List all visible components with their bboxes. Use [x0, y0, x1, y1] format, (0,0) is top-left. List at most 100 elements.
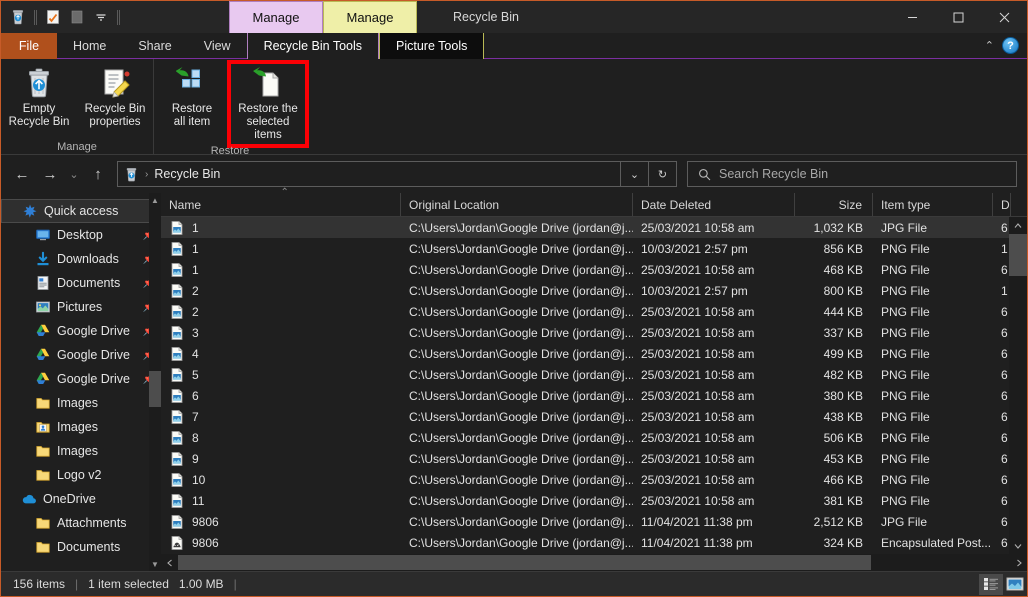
- close-button[interactable]: [981, 1, 1027, 33]
- sidebar-scroll-up-icon[interactable]: ▲: [149, 193, 161, 207]
- recycle-bin-icon: [124, 167, 139, 182]
- cell-name: 10: [161, 472, 401, 488]
- refresh-button[interactable]: ↻: [648, 162, 676, 186]
- tab-picture-tools[interactable]: Picture Tools: [379, 33, 484, 59]
- properties-icon[interactable]: [42, 6, 64, 28]
- sidebar-item-google-drive[interactable]: Google Drive📌: [1, 319, 161, 343]
- sidebar-item-downloads[interactable]: Downloads📌: [1, 247, 161, 271]
- table-row[interactable]: 1C:\Users\Jordan\Google Drive (jordan@j.…: [161, 238, 1009, 259]
- column-header-date-deleted[interactable]: Date Deleted: [633, 193, 795, 216]
- table-row[interactable]: 11C:\Users\Jordan\Google Drive (jordan@j…: [161, 490, 1009, 511]
- table-row[interactable]: 4C:\Users\Jordan\Google Drive (jordan@j.…: [161, 343, 1009, 364]
- sidebar-scroll-down-icon[interactable]: ▼: [149, 557, 161, 571]
- sidebar-item-google-drive[interactable]: Google Drive📌: [1, 367, 161, 391]
- cell-item-type: PNG File: [873, 242, 993, 256]
- recycle-bin-icon[interactable]: [7, 6, 29, 28]
- sidebar-item-documents[interactable]: Documents: [1, 535, 161, 559]
- sidebar-scroll-thumb[interactable]: [149, 371, 161, 407]
- recycle-bin-properties-button[interactable]: Recycle Bin properties: [77, 63, 153, 129]
- vertical-scrollbar[interactable]: [1009, 217, 1027, 554]
- cell-extra: 6: [993, 347, 1009, 361]
- address-history-dropdown[interactable]: ⌄: [620, 162, 648, 186]
- contextual-group-picture-tools[interactable]: Manage: [323, 1, 417, 33]
- column-header-d[interactable]: D: [993, 193, 1011, 216]
- dropdown-arrow-icon[interactable]: [90, 6, 112, 28]
- table-row[interactable]: 10C:\Users\Jordan\Google Drive (jordan@j…: [161, 469, 1009, 490]
- sidebar-item-label: Google Drive: [57, 348, 137, 362]
- horizontal-scroll-thumb[interactable]: [178, 555, 871, 570]
- column-header-item-type[interactable]: Item type: [873, 193, 993, 216]
- file-explorer-window: Manage Manage Recycle Bin File Home: [0, 0, 1028, 597]
- table-row[interactable]: 9806C:\Users\Jordan\Google Drive (jordan…: [161, 511, 1009, 532]
- maximize-button[interactable]: [935, 1, 981, 33]
- sidebar-scrollbar[interactable]: ▲ ▼: [149, 193, 161, 571]
- sidebar-item-attachments[interactable]: Attachments: [1, 511, 161, 535]
- empty-recycle-bin-button[interactable]: Empty Recycle Bin: [1, 63, 77, 129]
- forward-button[interactable]: →: [37, 161, 63, 187]
- sidebar-item-desktop[interactable]: Desktop📌: [1, 223, 161, 247]
- restore-all-items-button[interactable]: Restore all item: [154, 63, 230, 129]
- scroll-up-icon[interactable]: [1009, 217, 1027, 234]
- address-field[interactable]: › Recycle Bin ⌄ ↻: [117, 161, 677, 187]
- tab-share[interactable]: Share: [122, 33, 187, 59]
- table-row[interactable]: 8C:\Users\Jordan\Google Drive (jordan@j.…: [161, 427, 1009, 448]
- table-row[interactable]: 5C:\Users\Jordan\Google Drive (jordan@j.…: [161, 364, 1009, 385]
- tab-home[interactable]: Home: [57, 33, 122, 59]
- search-input[interactable]: Search Recycle Bin: [719, 167, 828, 181]
- cell-item-type: PNG File: [873, 347, 993, 361]
- cell-size: 856 KB: [795, 242, 873, 256]
- blank-icon[interactable]: [66, 6, 88, 28]
- scroll-down-icon[interactable]: [1009, 537, 1027, 554]
- sidebar-item-images[interactable]: Images: [1, 391, 161, 415]
- cell-extra: 6: [993, 410, 1009, 424]
- contextual-group-recycle-bin-tools[interactable]: Manage: [229, 1, 323, 33]
- column-header-name[interactable]: ⌃Name: [161, 193, 401, 216]
- recent-locations-button[interactable]: ⌄: [65, 161, 83, 187]
- collapse-ribbon-icon[interactable]: ⌃: [985, 39, 994, 52]
- tab-file[interactable]: File: [1, 33, 57, 59]
- table-row[interactable]: 7C:\Users\Jordan\Google Drive (jordan@j.…: [161, 406, 1009, 427]
- back-button[interactable]: ←: [9, 161, 35, 187]
- up-button[interactable]: ↑: [85, 161, 111, 187]
- sidebar-item-images[interactable]: Images: [1, 415, 161, 439]
- minimize-button[interactable]: [889, 1, 935, 33]
- sidebar-item-google-drive[interactable]: Google Drive📌: [1, 343, 161, 367]
- horizontal-scroll-track[interactable]: [178, 554, 1010, 571]
- horizontal-scrollbar[interactable]: [161, 554, 1027, 571]
- table-row[interactable]: 3C:\Users\Jordan\Google Drive (jordan@j.…: [161, 322, 1009, 343]
- help-icon[interactable]: ?: [1002, 37, 1019, 54]
- cell-size: 453 KB: [795, 452, 873, 466]
- breadcrumb-current[interactable]: Recycle Bin: [154, 167, 220, 181]
- tab-view[interactable]: View: [188, 33, 247, 59]
- sidebar-item-pictures[interactable]: Pictures📌: [1, 295, 161, 319]
- table-row[interactable]: 2C:\Users\Jordan\Google Drive (jordan@j.…: [161, 301, 1009, 322]
- table-row[interactable]: 1C:\Users\Jordan\Google Drive (jordan@j.…: [161, 217, 1009, 238]
- table-row[interactable]: 9C:\Users\Jordan\Google Drive (jordan@j.…: [161, 448, 1009, 469]
- table-row[interactable]: 2C:\Users\Jordan\Google Drive (jordan@j.…: [161, 280, 1009, 301]
- sidebar-item-quick-access[interactable]: Quick access: [1, 199, 161, 223]
- details-view-button[interactable]: [979, 574, 1003, 595]
- cell-extra: 6: [993, 536, 1009, 550]
- cell-extra: 6: [993, 494, 1009, 508]
- column-header-label: Item type: [881, 198, 930, 212]
- sidebar-item-logo-v2[interactable]: Logo v2: [1, 463, 161, 487]
- cell-size: 468 KB: [795, 263, 873, 277]
- large-icons-view-button[interactable]: [1003, 574, 1027, 595]
- vertical-scroll-thumb[interactable]: [1009, 234, 1027, 276]
- search-box[interactable]: Search Recycle Bin: [687, 161, 1017, 187]
- scroll-left-icon[interactable]: [161, 554, 178, 571]
- sidebar-item-onedrive[interactable]: OneDrive: [1, 487, 161, 511]
- tab-recycle-bin-tools[interactable]: Recycle Bin Tools: [247, 33, 379, 59]
- table-row[interactable]: 6C:\Users\Jordan\Google Drive (jordan@j.…: [161, 385, 1009, 406]
- sidebar-item-documents[interactable]: Documents📌: [1, 271, 161, 295]
- column-header-size[interactable]: Size: [795, 193, 873, 216]
- cell-name: 2: [161, 283, 401, 299]
- sidebar-item-images[interactable]: Images: [1, 439, 161, 463]
- column-header-original-location[interactable]: Original Location: [401, 193, 633, 216]
- scroll-right-icon[interactable]: [1010, 554, 1027, 571]
- table-row[interactable]: 9806C:\Users\Jordan\Google Drive (jordan…: [161, 532, 1009, 553]
- breadcrumb[interactable]: › Recycle Bin: [118, 167, 620, 182]
- table-row[interactable]: 1C:\Users\Jordan\Google Drive (jordan@j.…: [161, 259, 1009, 280]
- cell-date-deleted: 25/03/2021 10:58 am: [633, 410, 795, 424]
- restore-selected-items-button[interactable]: Restore the selected items: [230, 63, 306, 145]
